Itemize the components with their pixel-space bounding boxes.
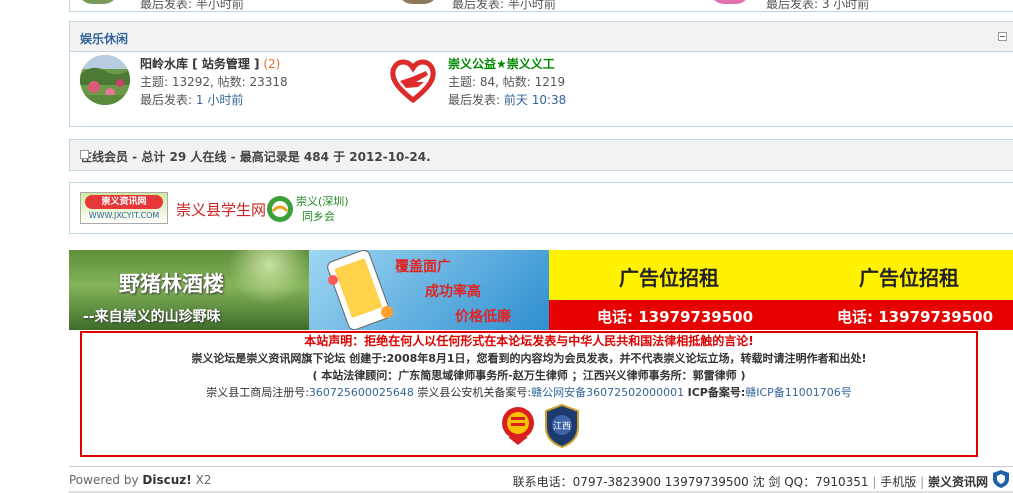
forum-icon <box>78 0 118 4</box>
banner-line2: 成功率高 <box>425 284 481 300</box>
business-license-badge-icon[interactable] <box>500 405 536 447</box>
reg-label: 崇义县工商局注册号: <box>206 386 309 399</box>
police-number-link[interactable]: 赣公网安备36072502000001 <box>531 386 684 399</box>
forum-stats: 主题: 13292, 帖数: 23318 <box>140 75 288 89</box>
version-label: X2 <box>195 473 212 487</box>
last-post-link[interactable]: 前天 <box>504 93 528 107</box>
declaration-about: 崇义论坛是崇义资讯网旗下论坛 创建于:2008年8月1日，您看到的内容均为会员发… <box>191 352 867 365</box>
mobile-version-link[interactable]: 手机版 <box>880 475 916 489</box>
forum-item: 崇义公益★崇义义工 主题: 84, 帖数: 1219 最后发表: 前天 10:3… <box>388 55 708 107</box>
site-home-link[interactable]: 崇义资讯网 <box>928 475 988 489</box>
banner-line3: 价格低廉 <box>455 309 511 325</box>
link-student-net[interactable]: 崇义县学生网 <box>176 199 266 220</box>
online-header: 在线会员 - 总计 29 人在线 - 最高记录是 484 于 2012-10-2… <box>70 140 1013 170</box>
security-shield-icon[interactable] <box>992 469 1010 489</box>
badge-label: 江西 <box>553 421 571 432</box>
forum-title-link[interactable]: 崇义公益★崇义义工 <box>448 57 555 71</box>
forum-stats: 主题: 84, 帖数: 1219 <box>448 75 566 89</box>
association-line1: 崇义(深圳) <box>296 195 349 208</box>
reservoir-icon[interactable] <box>80 55 130 105</box>
forum-icon <box>710 0 750 4</box>
ad-slot-phone: 电话: 13979739500 <box>837 308 994 326</box>
banner-ad-slot-2[interactable]: 广告位招租 电话: 13979739500 <box>789 250 1013 330</box>
phone-illustration-icon <box>327 250 393 330</box>
link-shenzhen-association[interactable]: 崇义(深圳) 同乡会 <box>266 193 356 225</box>
icp-number-link[interactable]: 赣ICP备11001706号 <box>745 386 852 399</box>
declaration-legal: ( 本站法律顾问：广东简思域律师事务所-赵万生律师 ；江西兴义律师事务所：郭雷律… <box>312 369 746 382</box>
contact-text: 联系电话：0797-3823900 13979739500 沈 剑 QQ：791… <box>512 475 869 489</box>
link-logo-zixunwang[interactable]: 崇义资讯网 WWW.JXCYIT.COM <box>80 192 168 224</box>
declaration-notice: 本站声明：拒绝在何人以任何形式在本论坛发表与中华人民共和国法律相抵触的言论! <box>304 334 754 348</box>
banner-line1: 覆盖面广 <box>395 259 451 275</box>
forum-item: 阳岭水库 [ 站务管理 ] (2) 主题: 13292, 帖数: 23318 最… <box>80 55 380 107</box>
last-post-text: 最后发表: 半小时前 <box>452 0 556 11</box>
police-label: 崇义县公安机关备案号: <box>417 386 532 399</box>
page-footer: Powered by Discuz! X2 联系电话：0797-3823900 … <box>69 466 1013 493</box>
forum-title-link[interactable]: 阳岭水库 [ 站务管理 ] <box>140 57 260 71</box>
section-title[interactable]: 娱乐休闲 <box>80 30 128 47</box>
ad-slot-title: 广告位招租 <box>859 266 959 290</box>
banner-restaurant[interactable]: 野猪林酒楼 --来自崇义的山珍野味 <box>69 250 309 330</box>
last-post-label: 最后发表: <box>140 93 193 107</box>
site-declaration: 本站声明：拒绝在何人以任何形式在本论坛发表与中华人民共和国法律相抵触的言论! 崇… <box>80 331 978 457</box>
ad-slot-title: 广告位招租 <box>619 266 719 290</box>
collapse-icon[interactable] <box>998 32 1007 41</box>
online-stats[interactable]: 在线会员 - 总计 29 人在线 - 最高记录是 484 于 2012-10-2… <box>80 148 431 165</box>
banner-advertising[interactable]: 覆盖面广 成功率高 价格低廉 <box>309 250 549 330</box>
friendly-links: 崇义资讯网 WWW.JXCYIT.COM 崇义县学生网 崇义(深圳) 同乡会 <box>69 182 1013 234</box>
footer-links: 联系电话：0797-3823900 13979739500 沈 剑 QQ：791… <box>513 473 988 490</box>
powered-by: Powered by Discuz! X2 <box>69 473 211 487</box>
section-header: 娱乐休闲 <box>70 22 1013 52</box>
banner-title: 野猪林酒楼 <box>119 272 224 296</box>
registration-line: 崇义县工商局注册号:360725600025648 崇义县公安机关备案号:赣公网… <box>82 384 976 401</box>
forum-icon <box>398 0 438 4</box>
logo-text: 崇义资讯网 <box>85 195 163 209</box>
association-logo-icon <box>267 196 293 222</box>
logo-url: WWW.JXCYIT.COM <box>88 211 160 220</box>
online-members-box: 在线会员 - 总计 29 人在线 - 最高记录是 484 于 2012-10-2… <box>69 139 1013 171</box>
association-line2: 同乡会 <box>302 210 335 223</box>
forum-row-partial: 最后发表: 半小时前 最后发表: 半小时前 最后发表: 3 小时前 <box>69 0 1013 12</box>
last-post-link[interactable]: 1 小时前 <box>196 93 243 107</box>
expand-icon[interactable] <box>80 150 89 159</box>
forum-section: 娱乐休闲 阳岭水库 [ 站务管理 ] (2) 主题: 13292, 帖数: 23… <box>69 21 1013 127</box>
separator: | <box>920 475 925 489</box>
last-post-text: 最后发表: 3 小时前 <box>766 0 870 11</box>
icp-label: ICP备案号: <box>687 386 746 399</box>
powered-label: Powered by <box>69 473 139 487</box>
banner-subtitle: --来自崇义的山珍野味 <box>83 309 221 325</box>
last-post-label: 最后发表: <box>448 93 501 107</box>
banner-ad-slot-1[interactable]: 广告位招租 电话: 13979739500 <box>549 250 789 330</box>
police-shield-badge-icon[interactable]: 江西 <box>542 403 582 449</box>
reg-number-link[interactable]: 360725600025648 <box>309 386 414 399</box>
heart-hand-icon[interactable] <box>388 55 438 105</box>
discuz-link[interactable]: Discuz! <box>142 473 191 487</box>
ad-slot-phone: 电话: 13979739500 <box>597 308 754 326</box>
today-count: (2) <box>263 57 281 71</box>
last-post-time: 10:38 <box>531 93 567 107</box>
last-post-text: 最后发表: 半小时前 <box>140 0 244 11</box>
separator: | <box>872 475 877 489</box>
